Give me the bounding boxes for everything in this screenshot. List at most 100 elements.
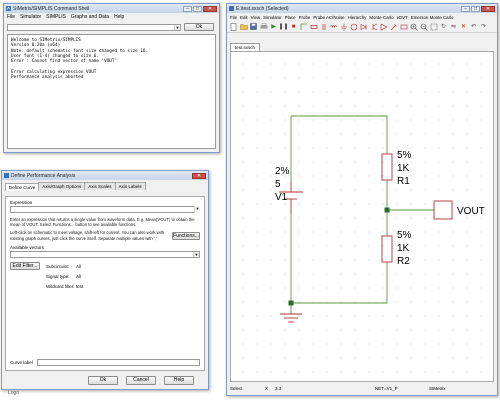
menu-view[interactable]: View: [251, 15, 260, 20]
close-icon[interactable]: ✕: [481, 5, 495, 12]
command-input[interactable]: ▼: [7, 23, 181, 31]
cancel-button[interactable]: Cancel: [126, 375, 156, 385]
expression-help-text: Enter an expression that returns a singl…: [10, 217, 195, 228]
menu-place[interactable]: Place: [285, 15, 296, 20]
voltage-source-icon[interactable]: [349, 22, 358, 31]
wire-top[interactable]: [291, 115, 388, 154]
status-app: SIMetrix: [429, 386, 446, 391]
menu-file[interactable]: File: [230, 15, 237, 20]
r2-tolerance: 5%: [397, 230, 412, 241]
minimize-icon[interactable]: –: [183, 5, 192, 12]
vout-terminal[interactable]: [433, 200, 453, 220]
ground-icon[interactable]: [339, 22, 348, 31]
stop-icon[interactable]: ■: [289, 22, 298, 31]
dialog-titlebar[interactable]: Define Performance Analysis ✕: [2, 171, 208, 180]
transistor-icon[interactable]: [369, 22, 378, 31]
status-x-value: 3.3: [275, 386, 282, 391]
available-vectors-select[interactable]: ▼: [10, 250, 200, 258]
menu-simulator[interactable]: Simulator: [20, 14, 41, 20]
app-icon: [6, 6, 11, 11]
v1-value: 5: [275, 179, 281, 190]
help-button[interactable]: Help: [164, 375, 194, 385]
define-performance-analysis-dialog: Define Performance Analysis ✕ Define Cur…: [1, 170, 209, 390]
schematic-title: E:\test.sxsch (Selected): [236, 5, 289, 12]
ground-symbol[interactable]: [280, 313, 302, 323]
wire-icon[interactable]: [299, 22, 308, 31]
menu-probe[interactable]: Probe: [299, 15, 311, 20]
mirror-icon[interactable]: ⇋: [449, 22, 458, 31]
open-folder-icon[interactable]: [239, 22, 248, 31]
curve-label-input[interactable]: [36, 359, 200, 366]
terminal-icon[interactable]: [399, 22, 408, 31]
menu-monte-carlo[interactable]: Monte-Carlo: [369, 15, 393, 20]
resistor-icon[interactable]: [309, 22, 318, 31]
menu-simulator[interactable]: Simulator: [263, 15, 282, 20]
edit-filter-button[interactable]: Edit Filter...: [10, 261, 40, 270]
print-icon[interactable]: [259, 22, 268, 31]
v1-tolerance: 2%: [275, 166, 290, 177]
v1-ref: V1: [275, 192, 288, 203]
expression-label: Expression: [10, 200, 33, 205]
redo-icon[interactable]: ↷: [479, 22, 488, 31]
schematic-titlebar[interactable]: E:\test.sxsch (Selected) – □ ✕: [227, 4, 497, 13]
dialog-tabs: Define Curve Axis/Graph Options Axis Sca…: [2, 180, 208, 191]
schematic-canvas[interactable]: 2% 5 V1 5% 1K R1 5% 1K R2 VOUT: [230, 51, 494, 382]
menu-help[interactable]: Help: [114, 14, 124, 20]
menu-probe-ac-noise[interactable]: Probe AC/Noise: [313, 15, 344, 20]
zoom-fit-icon[interactable]: [429, 22, 438, 31]
shell-ok-button[interactable]: Ok: [184, 23, 214, 31]
status-mode: Select: [230, 386, 243, 391]
tab-axis-labels[interactable]: Axis Labels: [114, 182, 146, 190]
capacitor-icon[interactable]: [319, 22, 328, 31]
minimize-icon[interactable]: –: [461, 5, 470, 12]
schematic-toolbar: ▶ ❚❚ ■ ↻ ⇋ ✕ ↶ ↷: [227, 21, 497, 33]
menu-emerson-monte-carlo[interactable]: Emerson Monte Carlo: [411, 15, 454, 20]
vout-label: VOUT: [457, 206, 485, 217]
dialog-footer: Ok Cancel Help: [2, 371, 208, 389]
opamp-icon[interactable]: [379, 22, 388, 31]
zoom-in-icon[interactable]: [409, 22, 418, 31]
menu-file[interactable]: File: [7, 14, 15, 20]
schematic-editor-window: E:\test.sxsch (Selected) – □ ✕ File Edit…: [226, 3, 498, 396]
close-icon[interactable]: ✕: [203, 5, 217, 12]
junction-ground: [288, 300, 294, 306]
wire-bottom[interactable]: [291, 262, 388, 304]
maximize-icon[interactable]: □: [471, 5, 480, 12]
pause-icon[interactable]: ❚❚: [278, 22, 288, 31]
menu-hierarchy[interactable]: Hierarchy: [348, 15, 367, 20]
status-x-label: X: [265, 386, 269, 391]
shell-titlebar[interactable]: SIMetrix/SIMPLIS Command Shell – □ ✕: [4, 4, 219, 13]
menu-simplis[interactable]: SIMPLIS: [46, 14, 66, 20]
ok-button[interactable]: Ok: [88, 375, 118, 385]
functions-button[interactable]: Functions...: [172, 232, 200, 241]
inductor-icon[interactable]: [329, 22, 338, 31]
expression-input[interactable]: ▼: [10, 206, 200, 213]
maximize-icon[interactable]: □: [193, 5, 202, 12]
chevron-down-icon[interactable]: ▼: [174, 24, 180, 30]
probe-icon[interactable]: [389, 22, 398, 31]
dialog-title: Define Performance Analysis: [11, 172, 76, 179]
r1-value: 1K: [397, 163, 410, 174]
menu-graphs-and-data[interactable]: Graphs and Data: [71, 14, 109, 20]
save-icon[interactable]: [249, 22, 258, 31]
chevron-down-icon[interactable]: ▼: [194, 206, 200, 213]
new-file-icon[interactable]: [229, 22, 238, 31]
resistor-r1[interactable]: [381, 153, 393, 181]
delete-icon[interactable]: ✕: [459, 22, 468, 31]
document-tab[interactable]: test.sxsch: [230, 43, 261, 51]
menu-edit[interactable]: Edit: [240, 15, 248, 20]
run-icon[interactable]: ▶: [269, 22, 278, 31]
tab-axis-scales[interactable]: Axis Scales: [84, 182, 116, 190]
zoom-out-icon[interactable]: [419, 22, 428, 31]
shell-title: SIMetrix/SIMPLIS Command Shell: [13, 5, 90, 12]
undo-icon[interactable]: ↶: [469, 22, 478, 31]
tab-define-curve[interactable]: Define Curve: [5, 183, 40, 191]
rotate-icon[interactable]: ↻: [439, 22, 448, 31]
close-icon[interactable]: ✕: [192, 172, 206, 179]
tab-axis-graph-options[interactable]: Axis/Graph Options: [38, 182, 86, 190]
resistor-r2[interactable]: [381, 235, 393, 263]
app-icon: [4, 173, 9, 178]
menu-edvt[interactable]: eDVT: [397, 15, 408, 20]
diode-icon[interactable]: [359, 22, 368, 31]
chevron-down-icon[interactable]: ▼: [193, 251, 199, 257]
